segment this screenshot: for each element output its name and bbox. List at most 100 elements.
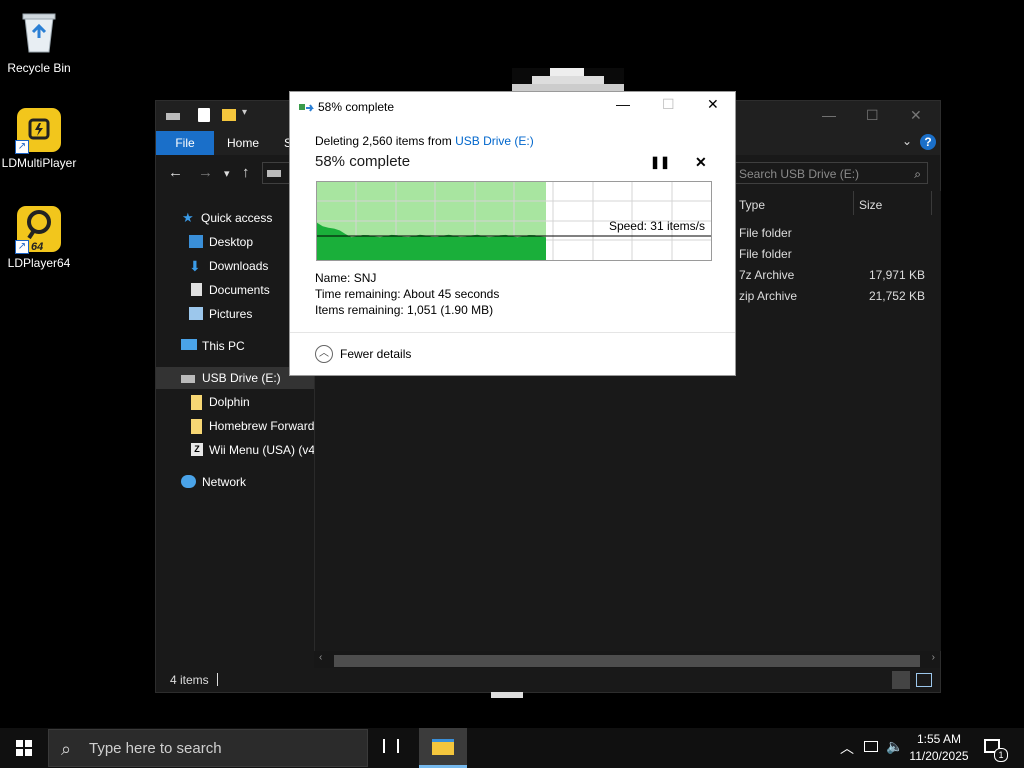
windows-start-icon[interactable] (16, 740, 32, 756)
recycle-bin-label: Recycle Bin (7, 61, 71, 75)
detail-time-remaining: Time remaining: About 45 seconds (315, 287, 499, 301)
computer-icon (181, 339, 197, 350)
dialog-maximize-icon: ☐ (662, 96, 675, 112)
nav-item-dolphin[interactable]: Dolphin (156, 391, 314, 413)
scroll-right-icon[interactable]: › (932, 652, 935, 663)
quick-access-dropdown-icon[interactable]: ▾ (242, 107, 247, 118)
cancel-icon[interactable]: ✕ (695, 154, 707, 171)
clock-date: 11/20/2025 (909, 749, 969, 763)
nav-label: Quick access (201, 211, 273, 225)
ribbon-tab-file[interactable]: File (156, 131, 214, 155)
row-type: zip Archive (739, 289, 798, 303)
status-divider (217, 673, 218, 686)
nav-label: Wii Menu (USA) (v4 (209, 443, 314, 457)
volume-muted-icon[interactable]: 🔈 (886, 738, 903, 755)
star-icon: ★ (182, 210, 194, 225)
folder-icon (432, 739, 454, 755)
ldplayer64-badge: 64 (31, 241, 44, 253)
delete-progress-dialog[interactable]: 58% complete — ☐ ✕ Deleting 2,560 items … (289, 91, 736, 376)
chevron-up-icon: ︿ (315, 345, 333, 363)
row-type: File folder (739, 247, 792, 261)
folder-icon (191, 395, 202, 410)
desktop-artifact (491, 692, 523, 698)
desktop-icon-recycle-bin[interactable]: Recycle Bin (1, 8, 77, 75)
explorer-search-input[interactable]: Search USB Drive (E:) ⌕ (734, 162, 928, 184)
task-view-icon[interactable] (383, 739, 399, 753)
items-value: 1,051 (1.90 MB) (407, 303, 494, 317)
time-label: Time remaining: (315, 287, 401, 301)
horizontal-scrollbar[interactable]: ‹ › (314, 651, 940, 669)
detail-items-remaining: Items remaining: 1,051 (1.90 MB) (315, 303, 493, 317)
nav-item-homebrew[interactable]: Homebrew Forwarder (156, 415, 314, 437)
details-view-icon[interactable] (892, 671, 910, 689)
show-hidden-icons-icon[interactable]: ︿ (840, 738, 854, 758)
network-tray-icon[interactable] (864, 741, 878, 752)
recent-locations-icon[interactable]: ▾ (224, 167, 230, 180)
taskbar-search-placeholder: Type here to search (89, 740, 222, 757)
new-folder-icon[interactable] (222, 109, 236, 121)
network-icon (181, 475, 196, 488)
address-box[interactable] (262, 162, 290, 184)
search-icon: ⌕ (914, 167, 921, 181)
dialog-close-icon[interactable]: ✕ (707, 96, 719, 113)
items-label: Items remaining: (315, 303, 404, 317)
drive-icon (181, 375, 195, 383)
fewer-details-label: Fewer details (340, 347, 412, 361)
large-icons-view-icon[interactable] (916, 673, 932, 687)
ldmultiplayer-label: LDMultiPlayer (1, 156, 77, 170)
explorer-maximize-icon[interactable]: ☐ (866, 107, 879, 124)
scrollbar-thumb[interactable] (334, 655, 920, 667)
scroll-left-icon[interactable]: ‹ (319, 652, 322, 663)
download-arrow-icon: ⬇ (189, 258, 201, 274)
nav-item-wii-menu[interactable]: Z Wii Menu (USA) (v4 (156, 439, 314, 461)
clock-time: 1:55 AM (916, 732, 962, 746)
ldmultiplayer-icon: ↗ (15, 108, 61, 154)
document-icon (191, 283, 202, 296)
nav-item-network[interactable]: Network (156, 471, 314, 493)
item-count: 4 items (170, 673, 209, 687)
column-header-type[interactable]: Type (739, 198, 765, 212)
column-header-size[interactable]: Size (859, 198, 882, 212)
forward-arrow-icon[interactable]: → (198, 164, 213, 181)
row-type: File folder (739, 226, 792, 240)
status-bar: 4 items (156, 668, 940, 692)
search-icon: ⌕ (61, 739, 72, 759)
up-arrow-icon[interactable]: ↑ (242, 164, 250, 181)
taskbar-file-explorer[interactable] (419, 728, 467, 768)
nav-label: Desktop (209, 235, 254, 249)
row-type: 7z Archive (739, 268, 795, 282)
explorer-close-icon[interactable]: ✕ (910, 107, 922, 124)
column-separator[interactable] (853, 191, 854, 215)
system-clock[interactable]: 1:55 AM 11/20/2025 (902, 731, 976, 765)
row-size: 21,752 KB (868, 289, 925, 303)
delete-progress-icon (299, 104, 314, 112)
folder-icon (191, 419, 202, 434)
back-arrow-icon[interactable]: ← (168, 164, 183, 181)
name-label: Name: (315, 271, 351, 285)
ribbon-expand-icon[interactable]: ⌄ (902, 134, 912, 148)
ribbon-tab-home[interactable]: Home (227, 131, 259, 155)
nav-label: Network (202, 475, 247, 489)
recycle-bin-icon (22, 13, 56, 53)
source-drive-link[interactable]: USB Drive (E:) (455, 134, 534, 148)
shortcut-arrow-icon: ↗ (15, 240, 29, 254)
desktop-icon-ldmultiplayer[interactable]: ↗ LDMultiPlayer (1, 108, 77, 170)
nav-label: Pictures (209, 307, 253, 321)
desktop-icon-ldplayer64[interactable]: 64 ↗ LDPlayer64 (1, 206, 77, 270)
explorer-minimize-icon[interactable]: — (822, 107, 836, 123)
help-icon[interactable]: ? (920, 134, 936, 150)
column-separator[interactable] (931, 191, 932, 215)
speed-label: Speed: 31 items/s (608, 219, 705, 233)
detail-name: Name: SNJ (315, 271, 376, 285)
nav-label: Homebrew Forwarder (209, 419, 314, 433)
taskbar-search-box[interactable]: ⌕ Type here to search (48, 729, 368, 767)
deleting-summary: Deleting 2,560 items from USB Drive (E:) (315, 134, 534, 148)
drive-icon (166, 113, 180, 120)
taskbar: ⌕ Type here to search ︿ 🔈 1:55 AM 11/20/… (0, 728, 1024, 768)
speed-graph: Speed: 31 items/s (316, 181, 712, 261)
properties-icon[interactable] (198, 108, 210, 122)
pause-icon[interactable]: ❚❚ (650, 155, 670, 169)
row-size: 17,971 KB (868, 268, 925, 282)
notification-count-badge: 1 (994, 748, 1008, 762)
dialog-minimize-icon[interactable]: — (616, 96, 630, 112)
